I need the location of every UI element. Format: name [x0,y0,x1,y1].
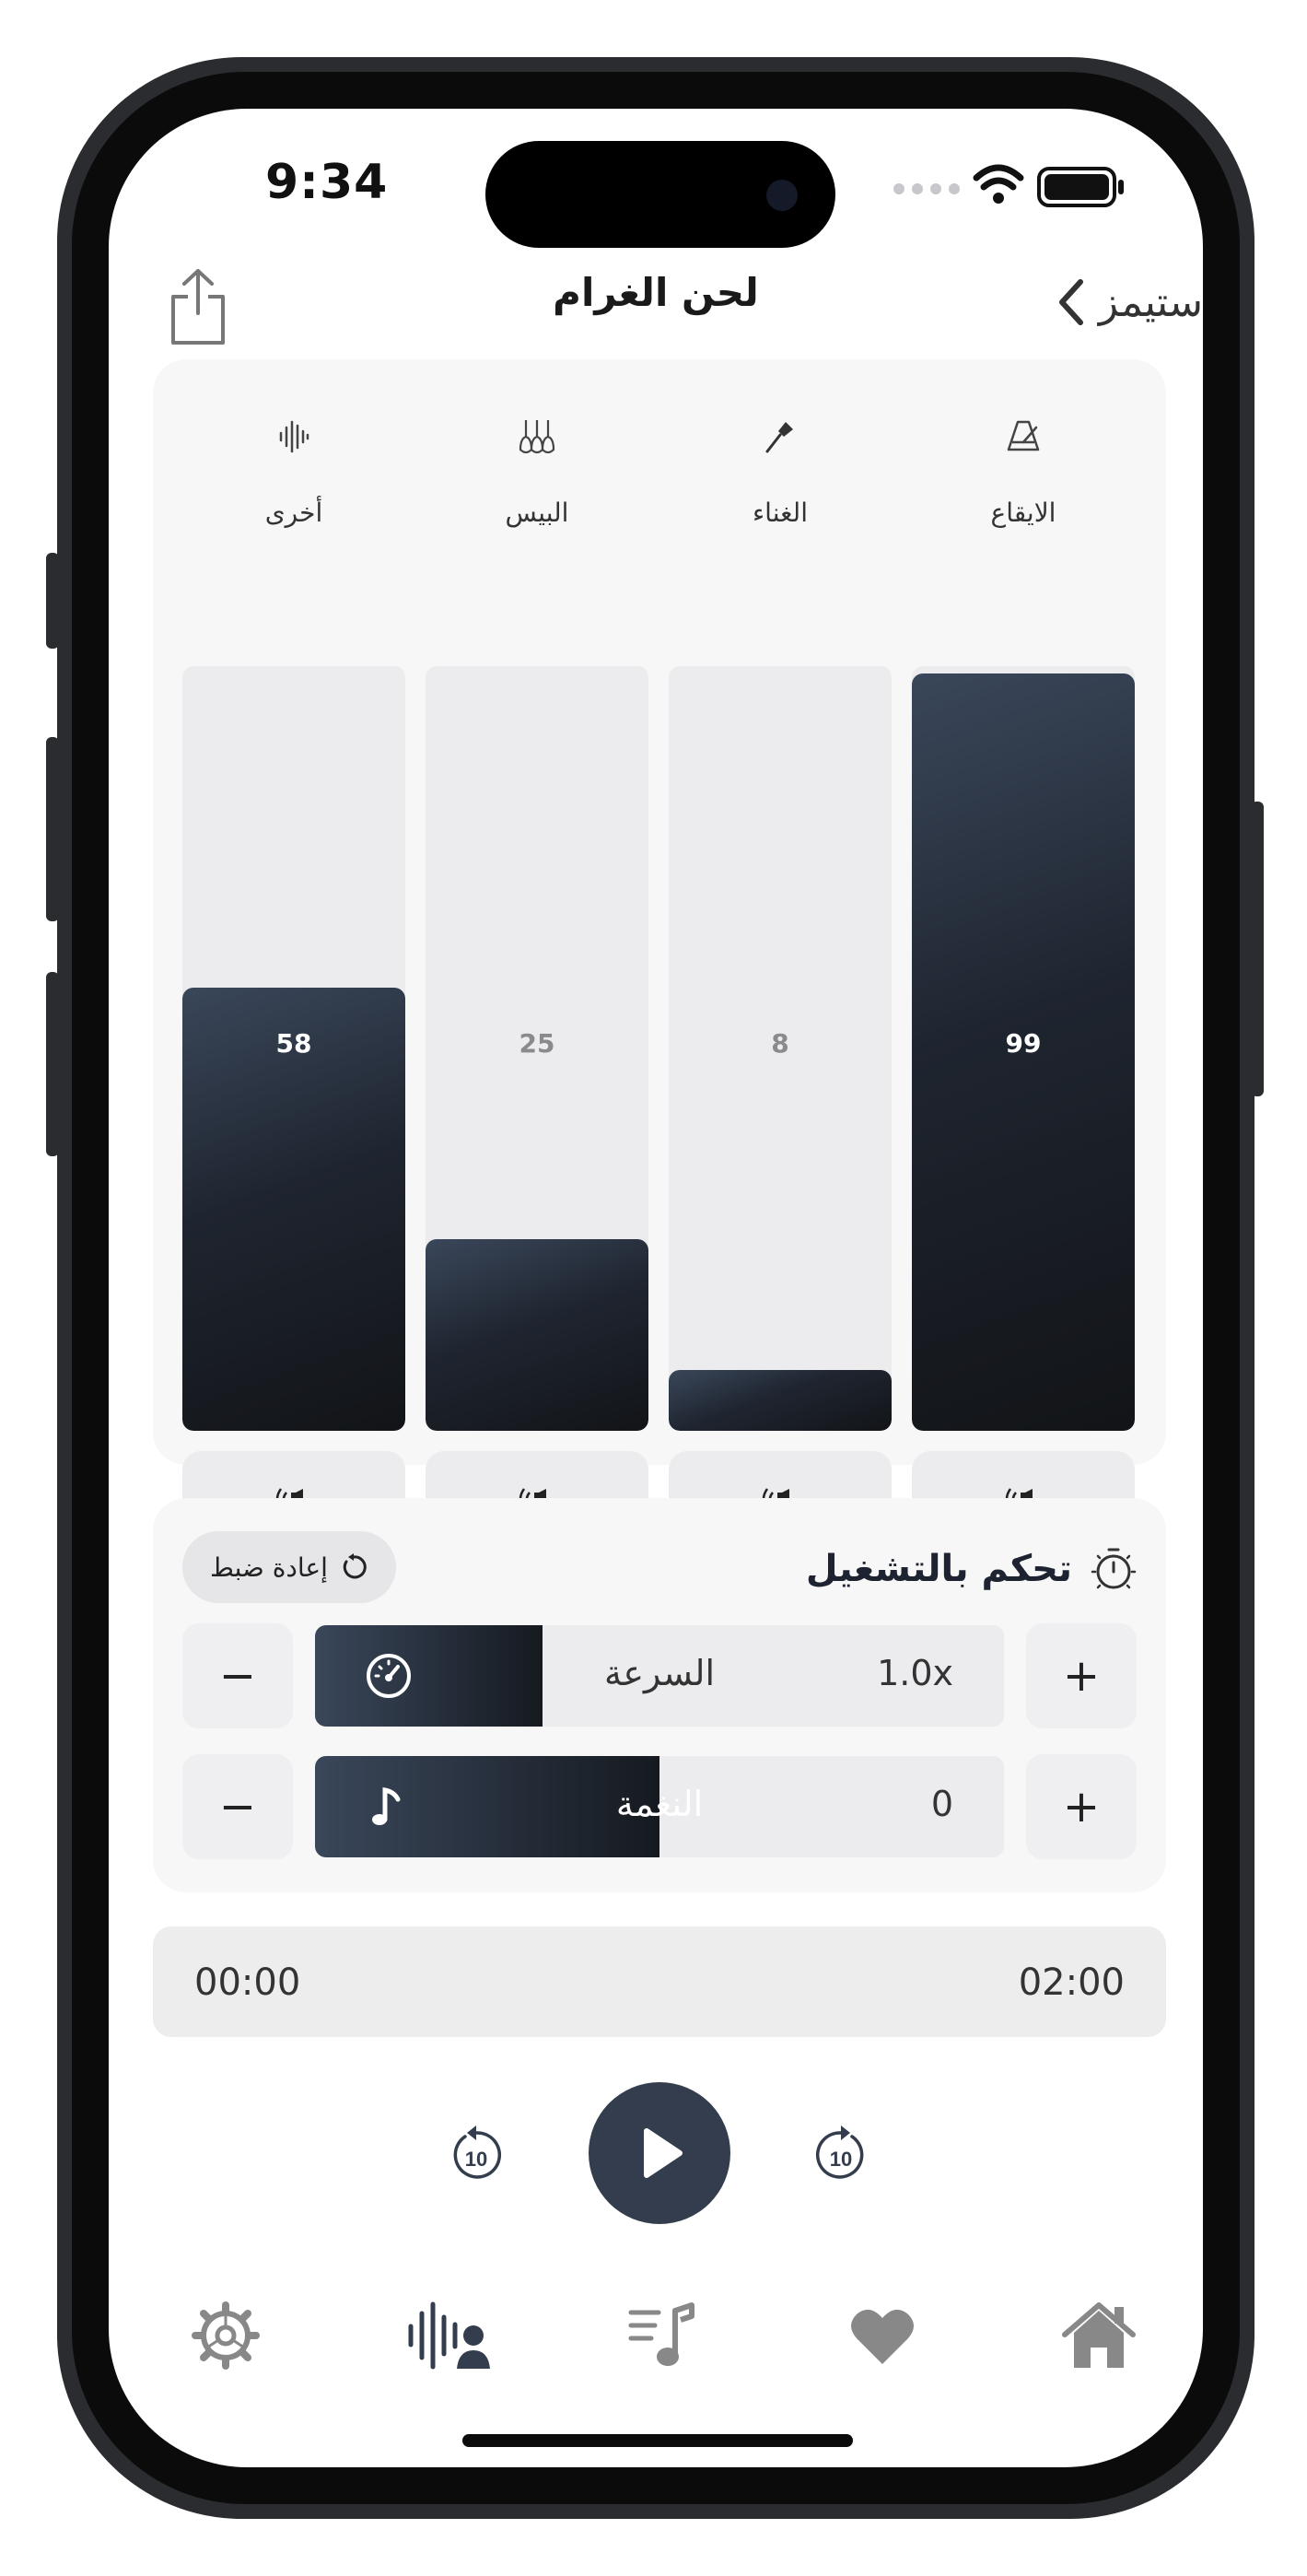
channel-label: البيس [505,498,569,528]
skip-back-label: 10 [465,2148,487,2171]
play-icon [644,2128,683,2178]
volume-fill [669,1370,892,1431]
tab-settings[interactable] [184,2294,267,2377]
status-icons [893,164,1124,207]
progress-bar[interactable]: 00:00 02:00 [153,1926,1166,2037]
pitch-label: النغمة [615,1784,704,1824]
metronome-icon [912,416,1135,457]
reset-label: إعادة ضبط [210,1551,328,1583]
channel-label: أخرى [264,498,323,528]
speed-row: − السرعة 1.0x + [182,1623,1137,1728]
skip-forward-10-icon[interactable]: 10 [813,2122,869,2184]
volume-slider[interactable]: 8 [669,666,892,1431]
status-time: 9:34 [265,155,389,210]
pitch-increase-button[interactable]: + [1026,1754,1137,1859]
channel-label: الايقاع [990,498,1056,528]
power-button [1251,802,1264,1096]
elapsed-time: 00:00 [194,1961,301,2004]
volume-slider[interactable]: 58 [182,666,405,1431]
home-indicator [462,2434,853,2447]
volume-value: 25 [519,1028,555,1059]
settings-icon [192,2301,260,2370]
battery-icon [1037,167,1124,207]
screen: 9:34 لحن الغرام ستيمز أخرى 58 البيس 25 ا… [109,109,1203,2467]
speed-increase-button[interactable]: + [1026,1623,1137,1728]
total-duration: 02:00 [1018,1961,1125,2004]
reset-button[interactable]: إعادة ضبط [182,1531,396,1603]
skip-forward-label: 10 [830,2148,852,2171]
tab-stems[interactable] [403,2294,496,2377]
back-button[interactable]: ستيمز [1056,270,1203,334]
pitch-value: 0 [930,1784,953,1824]
skip-back-10-icon[interactable]: 10 [449,2122,504,2184]
speed-slider[interactable]: السرعة 1.0x [315,1625,1004,1727]
favorites-icon [851,2309,914,2364]
volume-up-button [46,737,59,921]
pitch-row: − النغمة 0 + [182,1754,1137,1859]
pitch-slider[interactable]: النغمة 0 [315,1756,1004,1857]
wifi-icon [973,164,1024,191]
signal-icon [893,183,960,194]
page-title: لحن الغرام [553,270,759,315]
volume-slider[interactable]: 99 [912,666,1135,1431]
pitch-decrease-button[interactable]: − [182,1754,293,1859]
tab-home[interactable] [1057,2294,1140,2377]
playlist-icon [628,2302,694,2366]
chevron-left-icon [1058,279,1083,325]
back-label: ستيمز [1098,278,1203,326]
microphone-icon [669,416,892,457]
mixer-card: أخرى 58 البيس 25 الغناء 8 الايقاع 99 [153,359,1166,1547]
camera-icon [766,180,798,211]
volume-slider[interactable]: 25 [426,666,648,1431]
timer-icon [1091,1548,1137,1589]
action-button [46,553,59,649]
playback-title: تحكم بالتشغيل [806,1544,1138,1594]
waveform-icon [182,416,405,457]
reset-icon [343,1553,367,1579]
guitars-icon [426,416,648,457]
stems-icon [408,2301,490,2370]
volume-down-button [46,972,59,1156]
play-button[interactable] [589,2082,730,2224]
home-icon [1062,2302,1136,2368]
volume-value: 99 [1005,1028,1042,1059]
playback-control-card: تحكم بالتشغيل إعادة ضبط − السرعة 1.0x + … [153,1498,1166,1892]
tab-favorites[interactable] [841,2294,924,2377]
channel-label: الغناء [753,498,808,528]
speed-value: 1.0x [877,1653,953,1693]
playback-title-text: تحكم بالتشغيل [805,1548,1072,1590]
speed-decrease-button[interactable]: − [182,1623,293,1728]
volume-value: 8 [771,1028,789,1059]
volume-value: 58 [275,1028,312,1059]
tab-playlist[interactable] [621,2294,704,2377]
volume-fill [426,1239,648,1431]
